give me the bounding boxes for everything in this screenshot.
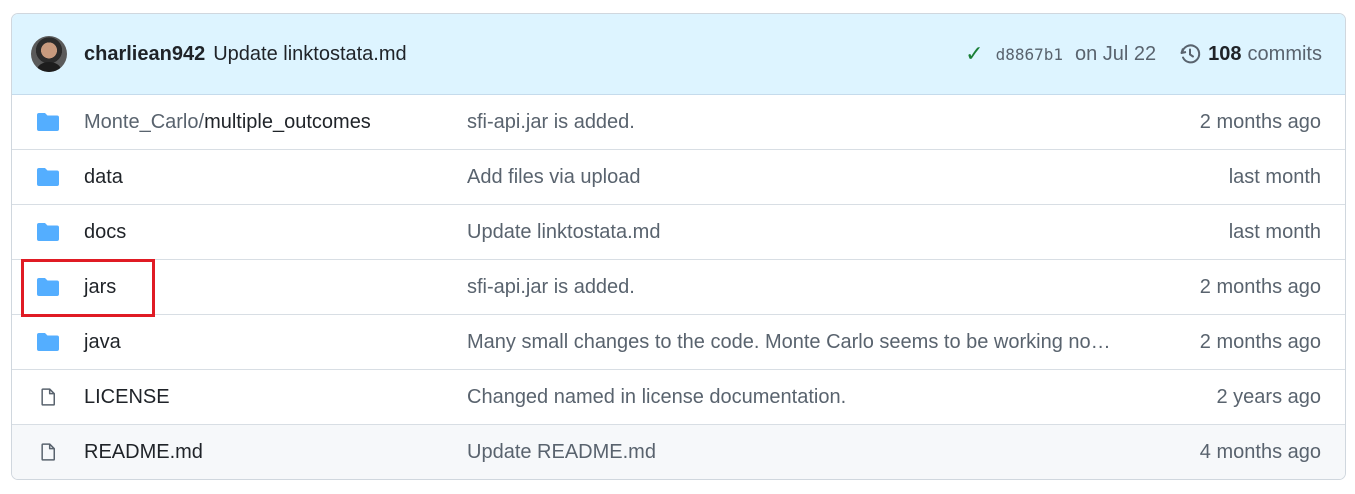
file-name-link[interactable]: Monte_Carlo/multiple_outcomes [84,111,467,134]
file-row-jars[interactable]: jars sfi-api.jar is added. 2 months ago [12,260,1345,315]
commits-count[interactable]: 108 [1208,43,1241,66]
commit-age: 2 months ago [1199,110,1321,133]
commit-message-link[interactable]: sfi-api.jar is added. [467,111,1131,134]
file-row-readme[interactable]: README.md Update README.md 4 months ago [12,425,1345,479]
commits-label[interactable]: commits [1248,43,1322,66]
file-name-link[interactable]: LICENSE [84,386,467,409]
commit-author-link[interactable]: charliean942 [84,43,205,66]
file-name-link[interactable]: README.md [84,441,467,464]
file-row-monte-carlo[interactable]: Monte_Carlo/multiple_outcomes sfi-api.ja… [12,95,1345,150]
commit-age: 2 months ago [1199,275,1321,298]
file-row-license[interactable]: LICENSE Changed named in license documen… [12,370,1345,425]
file-row-java[interactable]: java Many small changes to the code. Mon… [12,315,1345,370]
history-icon[interactable] [1178,42,1202,66]
file-row-docs[interactable]: docs Update linktostata.md last month [12,205,1345,260]
commit-age: 2 months ago [1199,330,1321,353]
commit-message-link[interactable]: Add files via upload [467,166,1131,189]
commit-message-link[interactable]: sfi-api.jar is added. [467,276,1131,299]
commit-sha-link[interactable]: d8867b1 [996,45,1063,64]
file-icon [41,388,55,406]
folder-icon [37,113,59,131]
file-name-link[interactable]: java [84,331,467,354]
file-browser: charliean942 Update linktostata.md ✓ d88… [11,13,1346,480]
folder-icon [37,333,59,351]
file-icon [41,443,55,461]
latest-commit-bar: charliean942 Update linktostata.md ✓ d88… [12,14,1345,95]
commit-age: last month [1228,165,1321,188]
commit-message-link[interactable]: Update linktostata.md [213,43,406,66]
commit-age: last month [1228,220,1321,243]
highlight-box [21,259,155,317]
commit-age: 2 years ago [1216,385,1321,408]
folder-icon [37,168,59,186]
commit-date: on Jul 22 [1075,42,1157,65]
commit-age: 4 months ago [1199,440,1321,463]
folder-icon [37,223,59,241]
file-name-link[interactable]: data [84,166,467,189]
check-icon[interactable]: ✓ [965,41,983,67]
commit-message-link[interactable]: Changed named in license documentation. [467,386,1131,409]
file-row-data[interactable]: data Add files via upload last month [12,150,1345,205]
commit-message-link[interactable]: Update linktostata.md [467,221,1131,244]
author-avatar[interactable] [31,36,67,72]
commit-message-link[interactable]: Update README.md [467,441,1131,464]
file-name-link[interactable]: docs [84,221,467,244]
folder-name[interactable]: multiple_outcomes [204,111,371,133]
commit-message-link[interactable]: Many small changes to the code. Monte Ca… [467,331,1131,354]
folder-path-prefix[interactable]: Monte_Carlo/ [84,111,204,133]
